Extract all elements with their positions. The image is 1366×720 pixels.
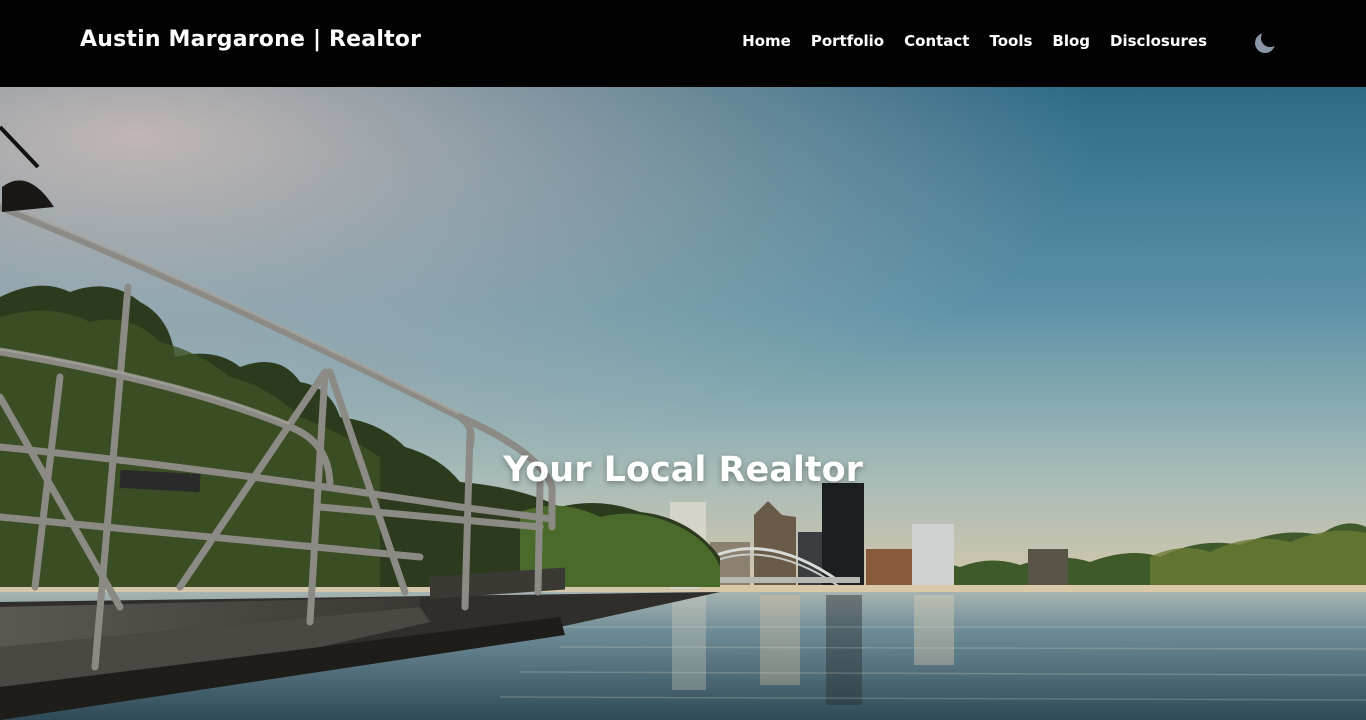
nav-item: Home (742, 31, 791, 50)
nav-link-contact[interactable]: Contact (904, 32, 969, 50)
hero-section: Your Local Realtor (0, 87, 1366, 720)
site-brand[interactable]: Austin Margarone | Realtor (80, 27, 421, 52)
hero-title: Your Local Realtor (503, 450, 863, 491)
nav-item: Disclosures (1110, 31, 1207, 50)
nav-item: Tools (989, 31, 1032, 50)
hero-background-image (0, 87, 1366, 720)
moon-icon (1255, 33, 1275, 53)
nav-link-home[interactable]: Home (742, 32, 791, 50)
nav-list: Home Portfolio Contact Tools Blog Disclo… (742, 31, 1207, 50)
nav-link-tools[interactable]: Tools (989, 32, 1032, 50)
nav-link-disclosures[interactable]: Disclosures (1110, 32, 1207, 50)
nav-item: Blog (1052, 31, 1090, 50)
theme-toggle-button[interactable] (1253, 31, 1277, 55)
nav-link-blog[interactable]: Blog (1052, 32, 1090, 50)
site-header: Austin Margarone | Realtor Home Portfoli… (0, 0, 1366, 87)
nav-item: Contact (904, 31, 969, 50)
nav-link-portfolio[interactable]: Portfolio (811, 32, 884, 50)
nav-item: Portfolio (811, 31, 884, 50)
